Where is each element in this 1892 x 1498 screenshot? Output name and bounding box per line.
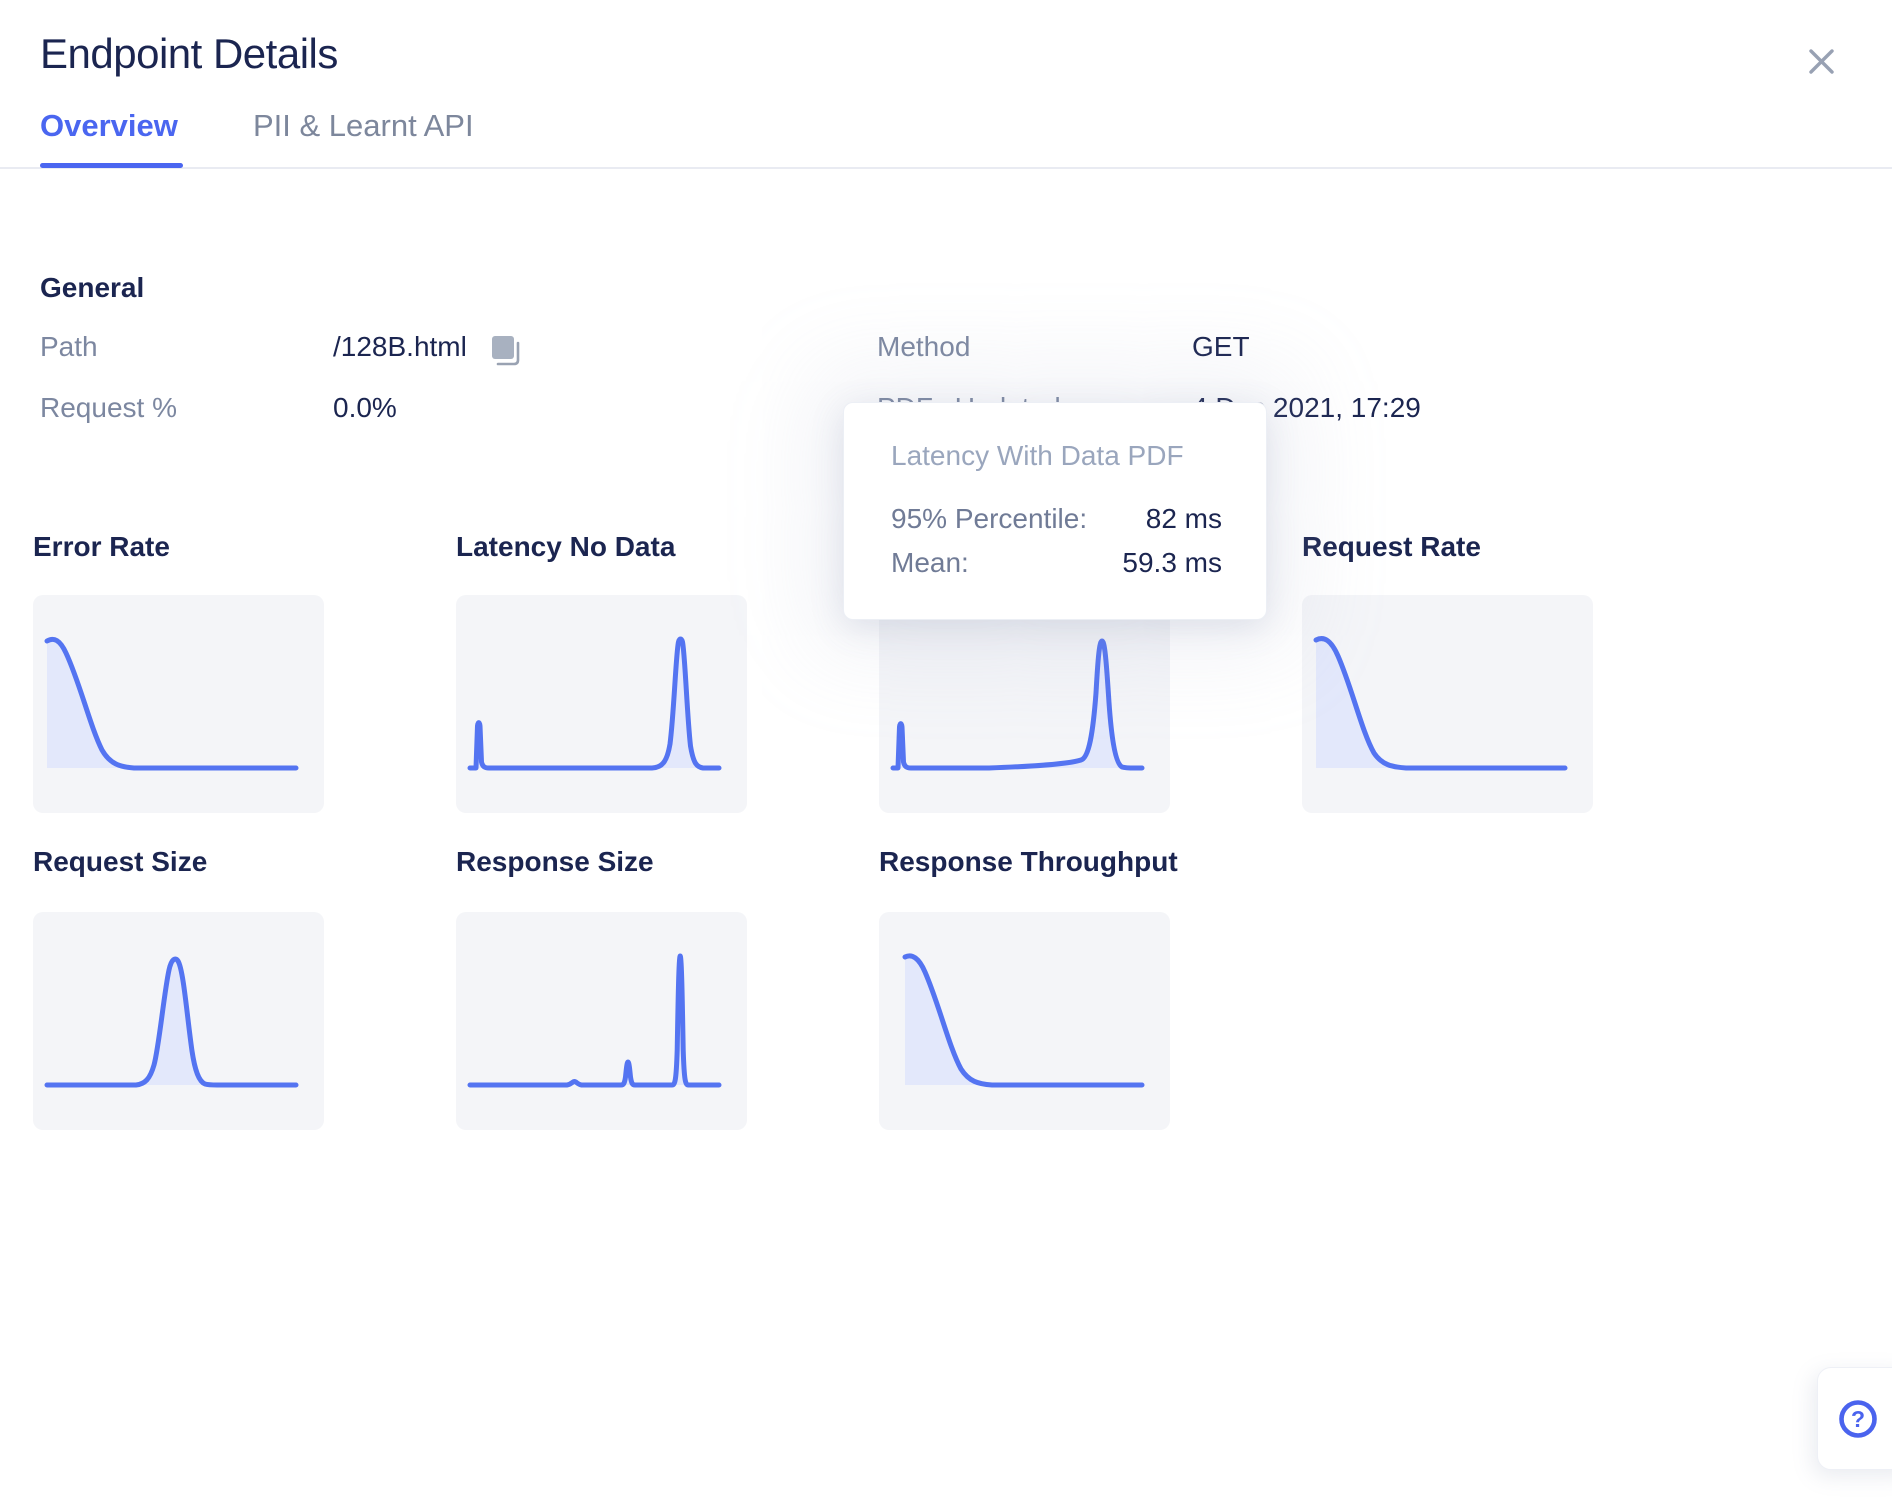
chart-request-size[interactable] xyxy=(33,912,324,1130)
chart-title-response-throughput: Response Throughput xyxy=(879,846,1178,878)
method-label: Method xyxy=(877,331,970,363)
svg-text:?: ? xyxy=(1851,1406,1865,1432)
latency-with-data-tooltip: Latency With Data PDF 95% Percentile: 82… xyxy=(843,402,1267,620)
close-icon xyxy=(1809,49,1834,74)
method-value: GET xyxy=(1192,331,1250,363)
path-value-row: /128B.html xyxy=(333,331,522,371)
tooltip-mean-value: 59.3 ms xyxy=(1122,547,1222,579)
path-label: Path xyxy=(40,331,98,363)
tab-overview[interactable]: Overview xyxy=(40,108,178,144)
chart-response-throughput[interactable] xyxy=(879,912,1170,1130)
tooltip-percentile-label: 95% Percentile: xyxy=(891,503,1087,535)
active-tab-underline xyxy=(40,163,183,168)
request-pct-value: 0.0% xyxy=(333,392,397,424)
tab-pii-learnt-api[interactable]: PII & Learnt API xyxy=(253,108,474,144)
chart-latency-no-data[interactable] xyxy=(456,595,747,813)
chart-title-latency-no-data: Latency No Data xyxy=(456,531,675,563)
chart-request-rate[interactable] xyxy=(1302,595,1593,813)
chart-title-request-rate: Request Rate xyxy=(1302,531,1481,563)
close-button[interactable] xyxy=(1798,38,1844,84)
request-pct-label: Request % xyxy=(40,392,177,424)
endpoint-details-panel: Endpoint Details Overview PII & Learnt A… xyxy=(0,0,1892,1498)
tooltip-title: Latency With Data PDF xyxy=(891,440,1184,472)
chart-error-rate[interactable] xyxy=(33,595,324,813)
chart-latency-with-data[interactable] xyxy=(879,595,1170,813)
page-title: Endpoint Details xyxy=(40,30,338,78)
header-divider xyxy=(0,167,1892,169)
copy-icon[interactable] xyxy=(489,334,522,374)
general-section-title: General xyxy=(40,272,144,304)
chart-title-error-rate: Error Rate xyxy=(33,531,170,563)
chart-title-request-size: Request Size xyxy=(33,846,207,878)
chart-response-size[interactable] xyxy=(456,912,747,1130)
tooltip-mean-label: Mean: xyxy=(891,547,969,579)
path-value: /128B.html xyxy=(333,331,467,363)
help-button[interactable]: ? xyxy=(1817,1367,1892,1470)
tooltip-percentile-value: 82 ms xyxy=(1146,503,1222,535)
chart-title-response-size: Response Size xyxy=(456,846,654,878)
help-icon: ? xyxy=(1836,1397,1880,1441)
